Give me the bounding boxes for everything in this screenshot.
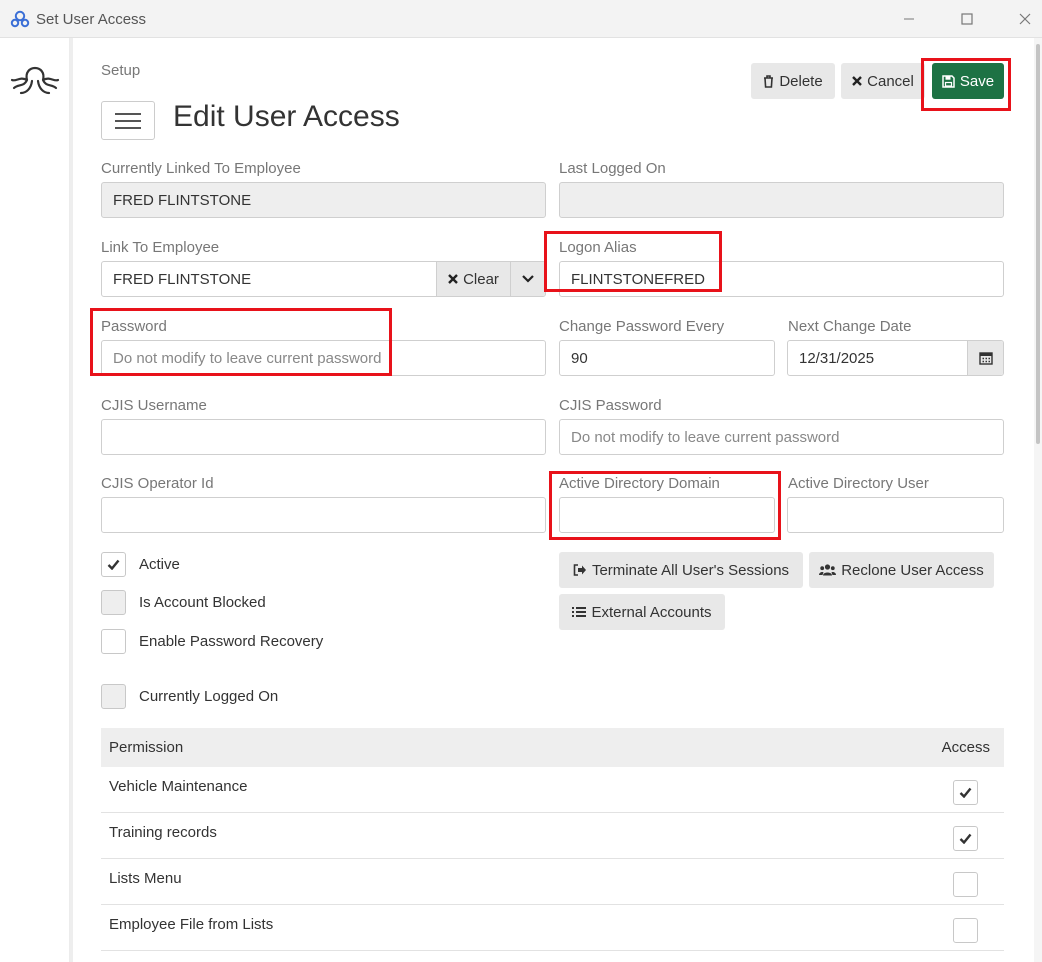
link-to-employee-value[interactable]: FRED FLINTSTONE — [102, 271, 436, 288]
page-title: Edit User Access — [173, 100, 400, 133]
users-icon — [819, 564, 837, 576]
link-to-employee-label: Link To Employee — [101, 239, 220, 256]
permission-access-checkbox[interactable] — [953, 872, 978, 897]
clear-employee-button[interactable]: Clear — [436, 262, 510, 296]
cjis-operator-id-input[interactable] — [101, 497, 546, 533]
permission-name: Employee File from Lists — [109, 916, 274, 933]
cancel-button[interactable]: Cancel — [841, 63, 925, 99]
octopus-logo-icon[interactable] — [10, 54, 60, 96]
breadcrumb[interactable]: Setup — [101, 62, 140, 79]
cjis-password-placeholder: Do not modify to leave current password — [571, 428, 840, 446]
delete-button[interactable]: Delete — [751, 63, 835, 99]
calendar-icon — [978, 352, 993, 365]
linked-employee-label: Currently Linked To Employee — [101, 160, 301, 177]
permission-name: Training records — [109, 824, 217, 841]
access-column-header: Access — [941, 739, 990, 756]
permission-row: Employee File from Lists — [101, 905, 1004, 951]
minimize-icon — [904, 18, 914, 20]
delete-label: Delete — [779, 72, 823, 90]
ad-user-input[interactable] — [787, 497, 1004, 533]
maximize-button[interactable] — [952, 8, 982, 30]
terminate-sessions-button[interactable]: Terminate All User's Sessions — [559, 552, 803, 588]
close-window-button[interactable] — [1010, 8, 1040, 30]
cjis-operator-id-label: CJIS Operator Id — [101, 475, 214, 492]
permission-name: Vehicle Maintenance — [109, 778, 248, 795]
link-to-employee-combobox[interactable]: FRED FLINTSTONE Clear — [101, 261, 546, 297]
highlight-save — [921, 58, 1011, 111]
octopus-logo-icon — [10, 10, 30, 28]
next-change-date-label: Next Change Date — [788, 318, 912, 335]
checkmark-icon — [959, 833, 972, 844]
logged-on-checkbox — [101, 684, 126, 709]
next-change-date-picker[interactable]: 12/31/2025 — [787, 340, 1004, 376]
calendar-button[interactable] — [967, 341, 1003, 375]
minimize-button[interactable] — [894, 8, 924, 30]
trash-icon — [764, 74, 774, 88]
window-title: Set User Access — [36, 11, 147, 28]
password-recovery-checkbox[interactable] — [101, 629, 126, 654]
permission-row: Vehicle Maintenance — [101, 767, 1004, 813]
cjis-password-label: CJIS Password — [559, 397, 662, 414]
maximize-icon — [961, 13, 973, 25]
cancel-label: Cancel — [867, 72, 914, 90]
hamburger-icon — [115, 112, 141, 129]
checkmark-icon — [107, 559, 120, 570]
employee-dropdown-button[interactable] — [510, 262, 545, 296]
active-label: Active — [139, 556, 180, 573]
permission-column-header: Permission — [109, 739, 184, 756]
reclone-label: Reclone User Access — [841, 561, 984, 579]
change-password-every-label: Change Password Every — [559, 318, 725, 335]
highlight-password — [90, 308, 392, 376]
scrollbar-thumb[interactable] — [1036, 44, 1040, 444]
cjis-password-input[interactable]: Do not modify to leave current password — [559, 419, 1004, 455]
change-password-every-input[interactable]: 90 — [559, 340, 775, 376]
close-icon — [1019, 13, 1031, 25]
close-icon — [852, 76, 862, 86]
list-icon — [572, 607, 587, 617]
cjis-username-input[interactable] — [101, 419, 546, 455]
terminate-label: Terminate All User's Sessions — [591, 561, 790, 579]
logged-on-label: Currently Logged On — [139, 688, 279, 705]
sign-out-icon — [573, 564, 586, 576]
account-blocked-checkbox — [101, 590, 126, 615]
sidebar — [0, 38, 70, 962]
title-bar: Set User Access — [0, 0, 1042, 38]
active-checkbox[interactable] — [101, 552, 126, 577]
ad-user-label: Active Directory User — [788, 475, 929, 492]
next-change-date-value[interactable]: 12/31/2025 — [788, 350, 967, 367]
permission-row: Lists Menu — [101, 859, 1004, 905]
password-recovery-label: Enable Password Recovery — [139, 633, 324, 650]
permission-row: Training records — [101, 813, 1004, 859]
chevron-down-icon — [522, 275, 534, 283]
close-icon — [448, 274, 458, 284]
last-logged-on-label: Last Logged On — [559, 160, 666, 177]
clear-label: Clear — [463, 270, 499, 288]
reclone-user-access-button[interactable]: Reclone User Access — [809, 552, 994, 588]
highlight-ad-domain — [549, 471, 781, 540]
checkmark-icon — [959, 787, 972, 798]
hamburger-menu-button[interactable] — [101, 101, 155, 140]
permission-access-checkbox[interactable] — [953, 826, 978, 851]
account-blocked-label: Is Account Blocked — [139, 594, 266, 611]
external-accounts-button[interactable]: External Accounts — [559, 594, 725, 630]
sidebar-divider — [70, 38, 73, 962]
permission-access-checkbox[interactable] — [953, 780, 978, 805]
highlight-logon-alias — [544, 231, 722, 292]
external-accounts-label: External Accounts — [591, 603, 712, 621]
last-logged-on-field — [559, 182, 1004, 218]
linked-employee-field: FRED FLINTSTONE — [101, 182, 546, 218]
permission-name: Lists Menu — [109, 870, 182, 887]
permission-access-checkbox[interactable] — [953, 918, 978, 943]
permissions-table-header: Permission Access — [101, 728, 1004, 767]
cjis-username-label: CJIS Username — [101, 397, 207, 414]
